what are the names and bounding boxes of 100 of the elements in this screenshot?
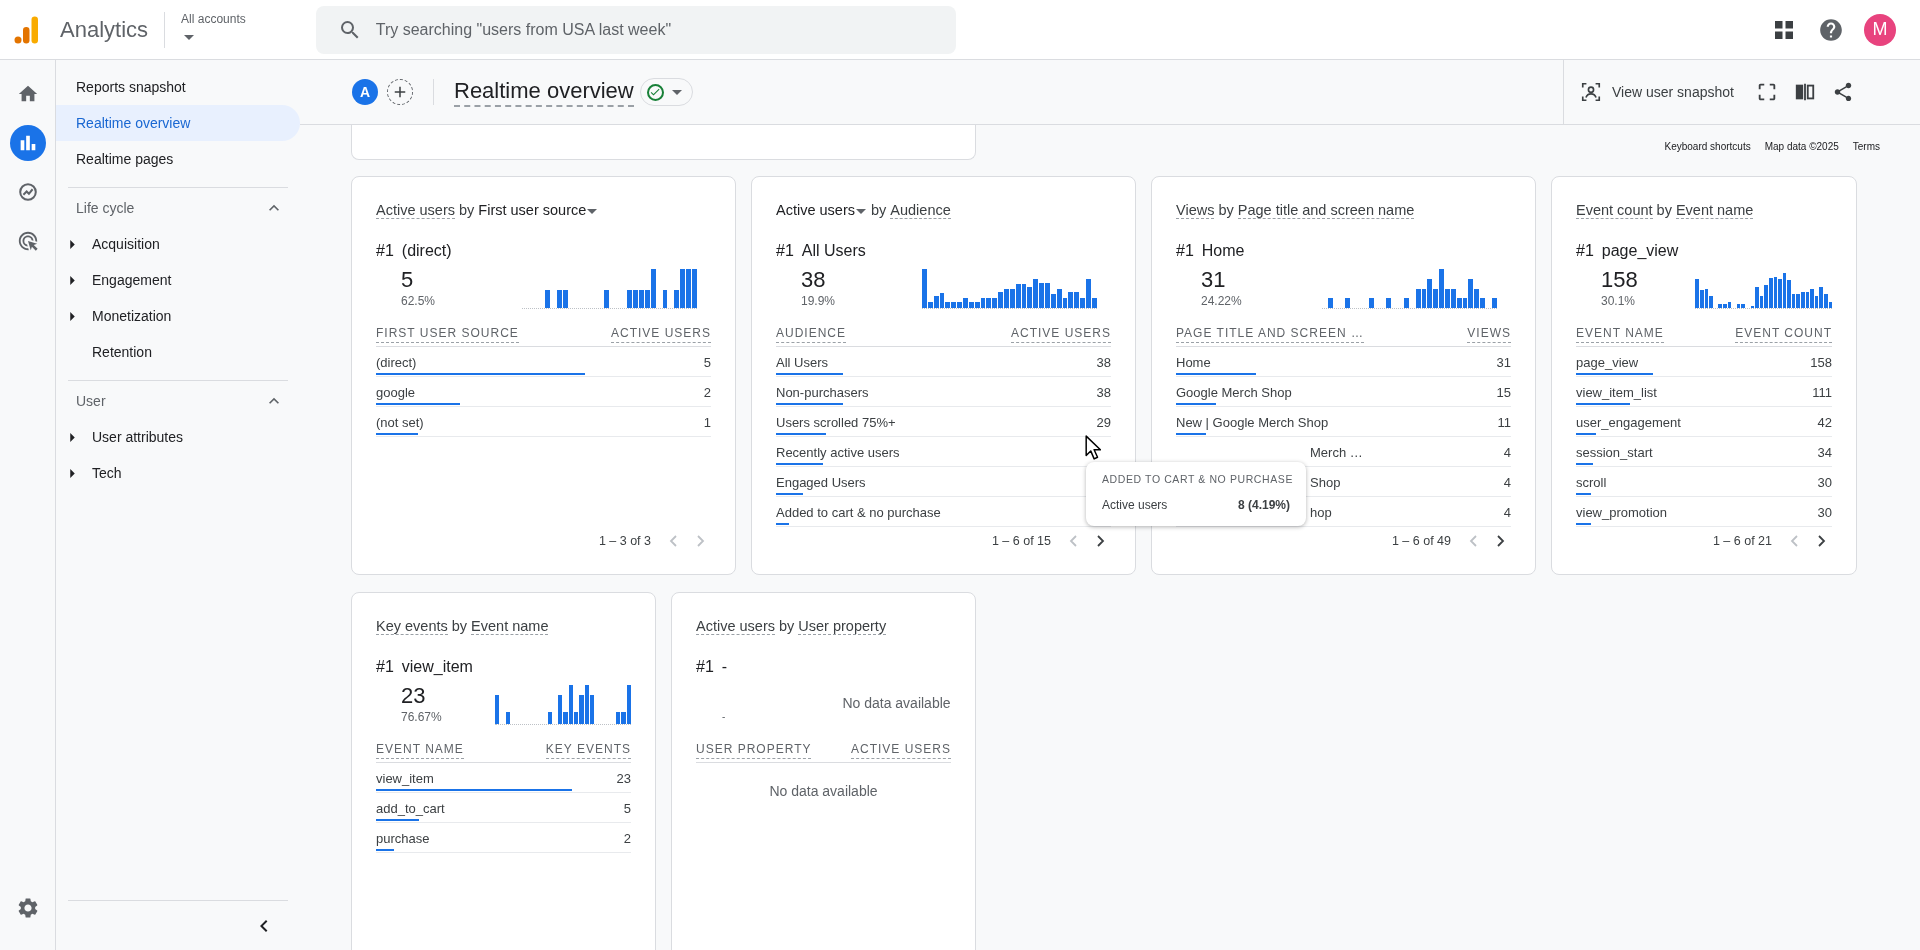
row-label: Shop — [1310, 474, 1341, 493]
sidebar-item[interactable]: User attributes — [68, 419, 288, 455]
section-header[interactable]: Life cycle — [68, 190, 288, 226]
column-header: ACTIVE USERS — [1010, 324, 1111, 343]
page-title: Realtime overview — [454, 77, 634, 107]
pagination-label: 1 – 6 of 49 — [1391, 532, 1451, 550]
row-value: 42 — [1817, 414, 1832, 433]
row-value: 5 — [623, 800, 631, 819]
chevron-left-icon — [1790, 535, 1798, 547]
sidebar-item[interactable]: Retention — [68, 334, 288, 370]
top-share: 30.1% — [1601, 293, 1637, 309]
row-value: 30 — [1817, 474, 1832, 493]
row-value: 158 — [1810, 354, 1832, 373]
top-share: 62.5% — [401, 293, 437, 309]
rank-label: #1 — [1576, 241, 1594, 261]
card-title-connector: by — [451, 617, 468, 637]
sidebar-item[interactable]: Realtime overview — [56, 105, 300, 141]
help-button[interactable] — [1818, 16, 1844, 43]
card-title-connector: by — [779, 617, 795, 637]
card-title: Key events — [376, 617, 448, 638]
card-title: Views — [1176, 201, 1215, 222]
row-value: 111 — [1812, 384, 1832, 403]
split-view-icon — [1793, 81, 1816, 103]
row-value: 30 — [1817, 504, 1832, 523]
view-user-snapshot-button[interactable]: View user snapshot — [1580, 81, 1734, 103]
sidebar-item[interactable]: Realtime pages — [56, 141, 300, 177]
comparison-avatar[interactable]: A — [352, 79, 378, 105]
sidebar-item[interactable]: Engagement — [68, 262, 288, 298]
map-attribution[interactable]: Keyboard shortcuts — [1664, 139, 1751, 154]
tooltip-value: 8 (4.19%) — [1237, 496, 1290, 514]
caret-icon — [856, 208, 866, 214]
row-label: Recently active users — [776, 444, 900, 463]
top-value: 5 — [401, 267, 415, 293]
top-item-label: view_item — [401, 657, 473, 677]
no-data-message: No data available — [842, 693, 951, 713]
rank-label: #1 — [776, 241, 794, 261]
sidebar-item[interactable]: Tech — [68, 455, 288, 491]
column-header: ACTIVE USERS — [850, 740, 951, 759]
row-label: add_to_cart — [376, 800, 445, 819]
row-value: 38 — [1096, 354, 1111, 373]
column-header: EVENT NAME — [1576, 324, 1664, 343]
row-value: 38 — [1096, 384, 1111, 403]
sidebar-item[interactable]: Acquisition — [68, 226, 288, 262]
card-title-connector: by — [1218, 201, 1234, 221]
row-label: user_engagement — [1576, 414, 1681, 433]
caret-icon — [184, 34, 195, 40]
top-share: 24.22% — [1201, 293, 1243, 309]
card-title-dimension: Audience — [890, 201, 951, 222]
row-label: purchase — [376, 830, 430, 849]
caret-icon — [587, 208, 598, 214]
search-field[interactable]: Try searching "users from USA last week" — [315, 5, 956, 54]
card-title: Active users — [696, 617, 775, 638]
sidebar-item[interactable]: Reports snapshot — [56, 69, 300, 105]
compare-button[interactable] — [1793, 81, 1816, 103]
row-value: 4 — [1503, 444, 1511, 463]
help-icon — [1818, 16, 1844, 43]
top-item-label: (direct) — [401, 241, 452, 261]
row-value: 15 — [1496, 384, 1511, 403]
top-item-label: Home — [1201, 241, 1245, 261]
nav-rail-button[interactable] — [9, 125, 46, 161]
account-avatar[interactable]: M — [1864, 13, 1896, 46]
row-label: hop — [1310, 504, 1332, 523]
row-label: Users scrolled 75%+ — [776, 414, 896, 433]
row-label: page_view — [1576, 354, 1639, 373]
row-value: 34 — [1817, 444, 1832, 463]
section-header[interactable]: User — [68, 383, 288, 419]
card-title-dimension: Event name — [1675, 201, 1754, 222]
row-label: view_item — [376, 770, 434, 789]
top-value: 38 — [801, 267, 827, 293]
row-label: Non-purchasers — [776, 384, 869, 403]
map-attribution[interactable]: Map data ©2025 — [1764, 139, 1839, 154]
pagination-label: 1 – 3 of 3 — [598, 532, 651, 550]
column-header: VIEWS — [1467, 324, 1511, 343]
tooltip-label: Active users — [1102, 496, 1168, 514]
row-label: (not set) — [376, 414, 424, 433]
row-value: 2 — [703, 384, 711, 403]
row-value: 4 — [1503, 474, 1511, 493]
sidebar-item[interactable]: Monetization — [68, 298, 288, 334]
row-label: Engaged Users — [776, 474, 866, 493]
chevron-left-icon — [1069, 535, 1077, 547]
card-title: Active users — [776, 201, 855, 221]
card-title-dimension: Page title and screen name — [1237, 201, 1415, 222]
row-value: 23 — [616, 770, 631, 789]
account-selector[interactable]: All accounts — [181, 9, 246, 50]
column-header: AUDIENCE — [776, 324, 846, 343]
caret-icon — [671, 89, 682, 95]
chevron-left-icon — [669, 535, 677, 547]
top-item-label: All Users — [801, 241, 866, 261]
card-title-dimension: First user source — [478, 201, 587, 221]
column-header: PAGE TITLE AND SCREEN … — [1176, 324, 1364, 343]
trend-circle-icon — [16, 181, 39, 203]
row-label: Merch … — [1310, 444, 1363, 463]
chevron-right-icon — [1497, 535, 1505, 547]
map-attribution[interactable]: Terms — [1852, 139, 1880, 154]
rank-label: #1 — [376, 241, 394, 261]
chevron-right-icon — [697, 535, 705, 547]
pagination-label: 1 – 6 of 21 — [1712, 532, 1772, 550]
top-value: 23 — [401, 683, 427, 709]
row-value: 2 — [623, 830, 631, 849]
row-value: 4 — [1503, 504, 1511, 523]
